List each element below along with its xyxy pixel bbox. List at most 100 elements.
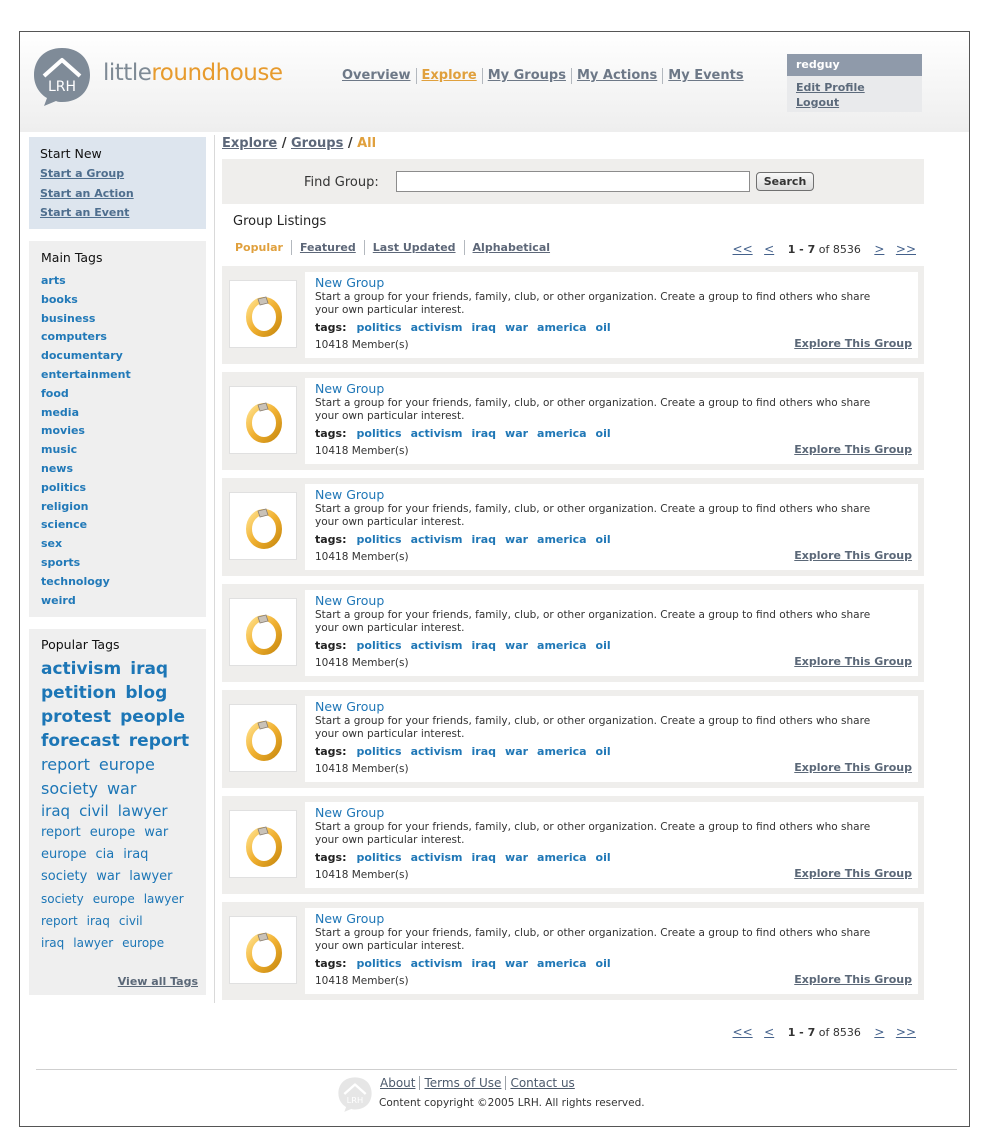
group-title-link[interactable]: New Group bbox=[315, 700, 908, 714]
group-tag-politics[interactable]: politics bbox=[357, 533, 402, 546]
popular-tag-iraq[interactable]: iraq bbox=[41, 936, 64, 950]
group-thumbnail[interactable] bbox=[229, 916, 297, 984]
group-tag-oil[interactable]: oil bbox=[596, 427, 611, 440]
main-tag-food[interactable]: food bbox=[41, 385, 194, 404]
group-tag-activism[interactable]: activism bbox=[411, 321, 463, 334]
group-title-link[interactable]: New Group bbox=[315, 382, 908, 396]
pager-prev[interactable]: < bbox=[764, 242, 774, 256]
group-thumbnail[interactable] bbox=[229, 280, 297, 348]
popular-tag-society[interactable]: society bbox=[41, 892, 84, 906]
popular-tag-cia[interactable]: cia bbox=[96, 847, 115, 862]
group-tag-politics[interactable]: politics bbox=[357, 957, 402, 970]
breadcrumb-explore[interactable]: Explore bbox=[222, 136, 277, 151]
group-thumbnail[interactable] bbox=[229, 810, 297, 878]
popular-tag-report[interactable]: report bbox=[41, 755, 90, 774]
main-tag-computers[interactable]: computers bbox=[41, 328, 194, 347]
popular-tag-report[interactable]: report bbox=[41, 914, 78, 928]
main-tag-sports[interactable]: sports bbox=[41, 554, 194, 573]
popular-tag-war[interactable]: war bbox=[144, 825, 168, 840]
popular-tag-petition[interactable]: petition bbox=[41, 683, 116, 703]
group-tag-oil[interactable]: oil bbox=[596, 321, 611, 334]
edit-profile-link[interactable]: Edit Profile bbox=[787, 80, 922, 95]
nav-my-groups[interactable]: My Groups bbox=[481, 68, 571, 84]
popular-tag-europe[interactable]: europe bbox=[99, 755, 155, 774]
group-tag-oil[interactable]: oil bbox=[596, 957, 611, 970]
explore-group-link[interactable]: Explore This Group bbox=[794, 655, 912, 668]
group-tag-oil[interactable]: oil bbox=[596, 851, 611, 864]
popular-tag-forecast[interactable]: forecast bbox=[41, 731, 120, 751]
explore-group-link[interactable]: Explore This Group bbox=[794, 337, 912, 350]
pager-prev[interactable]: < bbox=[764, 1025, 774, 1039]
main-tag-entertainment[interactable]: entertainment bbox=[41, 366, 194, 385]
group-title-link[interactable]: New Group bbox=[315, 276, 908, 290]
group-tag-war[interactable]: war bbox=[505, 639, 528, 652]
group-tag-war[interactable]: war bbox=[505, 533, 528, 546]
group-tag-america[interactable]: america bbox=[537, 639, 586, 652]
main-tag-movies[interactable]: movies bbox=[41, 422, 194, 441]
pager-first[interactable]: << bbox=[733, 242, 753, 256]
popular-tag-protest[interactable]: protest bbox=[41, 707, 111, 727]
main-tag-weird[interactable]: weird bbox=[41, 592, 194, 611]
popular-tag-lawyer[interactable]: lawyer bbox=[73, 936, 113, 950]
breadcrumb-groups[interactable]: Groups bbox=[291, 136, 343, 151]
popular-tag-blog[interactable]: blog bbox=[125, 683, 167, 703]
nav-overview[interactable]: Overview bbox=[342, 68, 416, 84]
group-tag-iraq[interactable]: iraq bbox=[472, 533, 497, 546]
group-title-link[interactable]: New Group bbox=[315, 912, 908, 926]
logout-link[interactable]: Logout bbox=[787, 95, 922, 110]
popular-tag-iraq[interactable]: iraq bbox=[87, 914, 110, 928]
sort-alphabetical[interactable]: Alphabetical bbox=[463, 240, 559, 255]
group-tag-war[interactable]: war bbox=[505, 427, 528, 440]
popular-tag-lawyer[interactable]: lawyer bbox=[129, 869, 172, 884]
popular-tag-lawyer[interactable]: lawyer bbox=[118, 802, 168, 820]
popular-tag-iraq[interactable]: iraq bbox=[130, 659, 168, 679]
pager-next[interactable]: > bbox=[874, 1025, 884, 1039]
group-title-link[interactable]: New Group bbox=[315, 594, 908, 608]
group-tag-america[interactable]: america bbox=[537, 851, 586, 864]
popular-tag-europe[interactable]: europe bbox=[93, 892, 135, 906]
group-tag-war[interactable]: war bbox=[505, 321, 528, 334]
pager-last[interactable]: >> bbox=[896, 1025, 916, 1039]
popular-tag-europe[interactable]: europe bbox=[41, 847, 87, 862]
group-tag-iraq[interactable]: iraq bbox=[472, 639, 497, 652]
explore-group-link[interactable]: Explore This Group bbox=[794, 761, 912, 774]
group-tag-iraq[interactable]: iraq bbox=[472, 427, 497, 440]
site-logo[interactable]: LRH littleroundhouse bbox=[30, 44, 300, 108]
group-tag-iraq[interactable]: iraq bbox=[472, 321, 497, 334]
pager-first[interactable]: << bbox=[733, 1025, 753, 1039]
group-tag-activism[interactable]: activism bbox=[411, 745, 463, 758]
group-tag-activism[interactable]: activism bbox=[411, 639, 463, 652]
start-group-link[interactable]: Start a Group bbox=[40, 164, 195, 184]
main-tag-religion[interactable]: religion bbox=[41, 498, 194, 517]
group-tag-politics[interactable]: politics bbox=[357, 851, 402, 864]
main-tag-sex[interactable]: sex bbox=[41, 535, 194, 554]
footer-contact-link[interactable]: Contact us bbox=[505, 1076, 579, 1090]
group-tag-america[interactable]: america bbox=[537, 321, 586, 334]
group-thumbnail[interactable] bbox=[229, 492, 297, 560]
popular-tag-war[interactable]: war bbox=[107, 779, 136, 798]
group-tag-politics[interactable]: politics bbox=[357, 427, 402, 440]
find-group-input[interactable] bbox=[396, 171, 750, 192]
popular-tag-report[interactable]: report bbox=[129, 731, 189, 751]
start-event-link[interactable]: Start an Event bbox=[40, 203, 195, 223]
main-tag-arts[interactable]: arts bbox=[41, 272, 194, 291]
group-tag-activism[interactable]: activism bbox=[411, 533, 463, 546]
popular-tag-iraq[interactable]: iraq bbox=[123, 847, 148, 862]
group-tag-war[interactable]: war bbox=[505, 957, 528, 970]
nav-my-events[interactable]: My Events bbox=[662, 68, 748, 84]
main-tag-politics[interactable]: politics bbox=[41, 479, 194, 498]
explore-group-link[interactable]: Explore This Group bbox=[794, 549, 912, 562]
group-tag-america[interactable]: america bbox=[537, 957, 586, 970]
popular-tag-society[interactable]: society bbox=[41, 869, 87, 884]
group-tag-iraq[interactable]: iraq bbox=[472, 851, 497, 864]
group-tag-iraq[interactable]: iraq bbox=[472, 957, 497, 970]
explore-group-link[interactable]: Explore This Group bbox=[794, 443, 912, 456]
popular-tag-activism[interactable]: activism bbox=[41, 659, 121, 679]
main-tag-business[interactable]: business bbox=[41, 310, 194, 329]
popular-tag-people[interactable]: people bbox=[120, 707, 185, 727]
popular-tag-europe[interactable]: europe bbox=[122, 936, 164, 950]
popular-tag-lawyer[interactable]: lawyer bbox=[144, 892, 184, 906]
popular-tag-iraq[interactable]: iraq bbox=[41, 802, 70, 820]
group-tag-activism[interactable]: activism bbox=[411, 957, 463, 970]
start-action-link[interactable]: Start an Action bbox=[40, 184, 195, 204]
